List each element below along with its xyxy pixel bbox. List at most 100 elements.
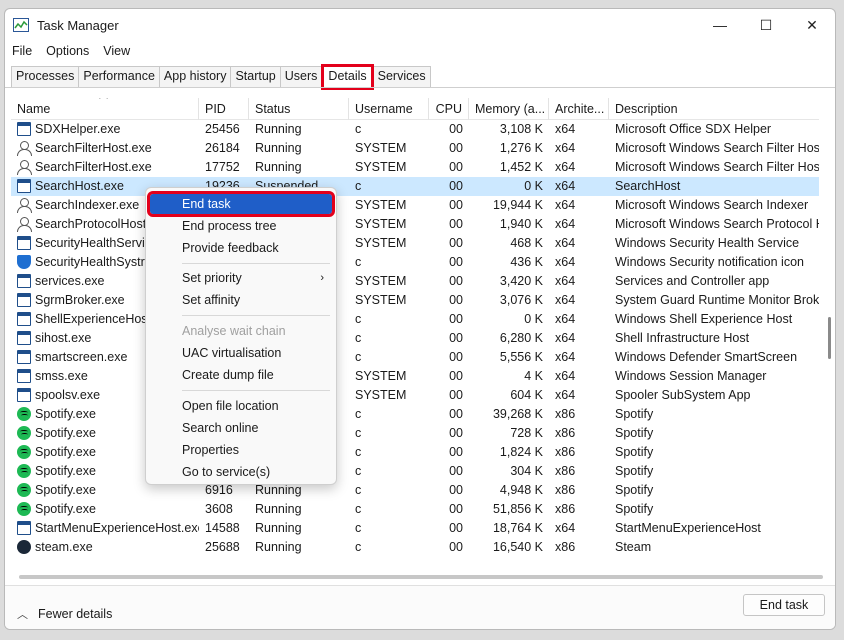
process-name: sihost.exe	[35, 331, 92, 345]
cell-status: Running	[255, 141, 302, 155]
footer-bar: ︿ Fewer details End task	[5, 585, 835, 629]
table-row[interactable]: ShellExperienceHost.e c 00 0 K x64 Windows Sh…	[11, 310, 819, 329]
menu-view[interactable]: View	[96, 42, 137, 62]
cell-cpu: 00	[449, 122, 463, 136]
ctx-analyse-wait-chain: Analyse wait chain	[182, 324, 286, 338]
cell-arch: x64	[555, 521, 576, 535]
cell-desc: Windows Session Manager	[615, 369, 767, 383]
tab-users[interactable]: Users	[279, 66, 323, 87]
end-task-button[interactable]: End task	[743, 594, 825, 616]
column-header-architecture[interactable]: Archite...	[549, 98, 609, 120]
ctx-set-priority[interactable]: Set priority ›	[146, 268, 336, 288]
cell-desc: Spotify	[615, 483, 654, 497]
column-header-description[interactable]: Description	[609, 98, 819, 120]
table-row[interactable]: SearchIndexer.exe SYSTEM 00 19,944 K x64 Micr…	[11, 196, 819, 215]
cell-desc: Spooler SubSystem App	[615, 388, 751, 402]
table-row[interactable]: SearchHost.exe 19236 Suspended c 00 0 Kx64 Sea…	[11, 177, 819, 196]
cell-user: SYSTEM	[355, 388, 407, 402]
cell-desc: Shell Infrastructure Host	[615, 331, 750, 345]
steam-icon	[17, 540, 31, 554]
horizontal-scrollbar[interactable]	[19, 575, 823, 579]
tab-services[interactable]: Services	[372, 66, 431, 87]
cell-mem: 1,824 K	[499, 445, 543, 459]
table-row[interactable]: Spotify.exe c 00 1,824 K x86 Spotify	[11, 443, 819, 462]
user-icon	[17, 141, 32, 156]
process-name: StartMenuExperienceHost.exe	[35, 521, 199, 535]
process-name: SecurityHealthSystray	[35, 255, 158, 269]
cell-user: SYSTEM	[355, 160, 407, 174]
table-row[interactable]: spoolsv.exe SYSTEM 00 604 K x64 Spooler SubSy…	[11, 386, 819, 405]
tab-performance[interactable]: Performance	[78, 66, 160, 87]
tab-app-history[interactable]: App history	[158, 66, 232, 87]
table-row[interactable]: Spotify.exe c 00 39,268 K x86 Spotify	[11, 405, 819, 424]
cell-cpu: 00	[449, 388, 463, 402]
close-button[interactable]: ✕	[789, 9, 835, 41]
column-header-cpu[interactable]: CPU	[429, 98, 469, 120]
cell-mem: 0 K	[524, 179, 543, 193]
process-name: Spotify.exe	[35, 502, 96, 516]
fewer-details-link[interactable]: ︿ Fewer details	[17, 606, 112, 622]
vertical-scrollbar[interactable]	[828, 317, 831, 359]
column-header-pid[interactable]: PID	[199, 98, 249, 120]
tab-startup[interactable]: Startup	[230, 66, 281, 87]
ctx-provide-feedback[interactable]: Provide feedback	[146, 238, 336, 258]
cell-user: SYSTEM	[355, 217, 407, 231]
ctx-set-affinity[interactable]: Set affinity	[146, 290, 336, 310]
table-row[interactable]: smss.exe SYSTEM 00 4 K x64 Windows Session Ma…	[11, 367, 819, 386]
cell-user: c	[355, 122, 362, 136]
menu-file[interactable]: File	[5, 42, 39, 62]
table-row[interactable]: Spotify.exe 3608 Running c 00 51,856 K x86 Spot…	[11, 500, 819, 519]
cell-user: c	[355, 483, 362, 497]
table-row[interactable]: Spotify.exe c 00 728 K x86 Spotify	[11, 424, 819, 443]
cell-mem: 304 K	[510, 464, 543, 478]
tab-processes[interactable]: Processes	[11, 66, 80, 87]
column-header-name[interactable]: Name	[11, 98, 199, 120]
cell-arch: x86	[555, 483, 576, 497]
table-row[interactable]: Spotify.exe 6916 Running c 00 4,948 Kx86 Spoti…	[11, 481, 819, 500]
ctx-end-task[interactable]: End task	[147, 191, 335, 217]
cell-desc: Windows Shell Experience Host	[615, 312, 793, 326]
table-row[interactable]: services.exe SYSTEM 00 3,420 K x64 Services a…	[11, 272, 819, 291]
cell-mem: 4 K	[524, 369, 543, 383]
ctx-search-online[interactable]: Search online	[146, 418, 336, 438]
table-row[interactable]: SDXHelper.exe 25456 Running c 00 3,108 K x64 Mi…	[11, 120, 819, 139]
table-row[interactable]: SecurityHealthSystray c 00 436 K x64 Windows …	[11, 253, 819, 272]
ctx-open-file-location[interactable]: Open file location	[146, 396, 336, 416]
cell-user: SYSTEM	[355, 198, 407, 212]
cell-user: SYSTEM	[355, 236, 407, 250]
cell-arch: x86	[555, 502, 576, 516]
cell-mem: 18,764 K	[492, 521, 543, 535]
table-row[interactable]: StartMenuExperienceHost.exe 14588 Running c…	[11, 519, 819, 538]
table-row[interactable]: SearchFilterHost.exe 26184 Running SYSTEM 00…	[11, 139, 819, 158]
column-header-username[interactable]: Username	[349, 98, 429, 120]
ctx-go-to-services[interactable]: Go to service(s)	[146, 462, 336, 482]
table-row[interactable]: steam.exe 25688 Running c 00 16,540 K x86 Steam	[11, 538, 819, 557]
cell-desc: Spotify	[615, 445, 654, 459]
cell-mem: 3,108 K	[499, 122, 543, 136]
column-header-status[interactable]: Status	[249, 98, 349, 120]
table-row[interactable]: Spotify.exe c 00 304 K x86 Spotify	[11, 462, 819, 481]
table-row[interactable]: smartscreen.exe c 00 5,556 K x64 Windows Defe…	[11, 348, 819, 367]
table-row[interactable]: SecurityHealthService SYSTEM 00 468 K x64 Win…	[11, 234, 819, 253]
maximize-button[interactable]: ☐	[743, 9, 789, 41]
column-header-memory[interactable]: Memory (a...	[469, 98, 549, 120]
cell-cpu: 00	[449, 445, 463, 459]
ctx-end-process-tree[interactable]: End process tree	[146, 216, 336, 236]
minimize-button[interactable]: —	[697, 9, 743, 41]
minimize-icon: —	[713, 17, 727, 33]
table-row[interactable]: SgrmBroker.exe SYSTEM 00 3,076 K x64 System G…	[11, 291, 819, 310]
process-name: Spotify.exe	[35, 407, 96, 421]
cell-arch: x64	[555, 293, 576, 307]
table-row[interactable]: sihost.exe c 00 6,280 K x64 Shell Infrastruct…	[11, 329, 819, 348]
process-name: SearchFilterHost.exe	[35, 141, 152, 155]
ctx-create-dump-file[interactable]: Create dump file	[146, 365, 336, 385]
table-row[interactable]: SearchProtocolHost.e SYSTEM 00 1,940 K x64 Mi…	[11, 215, 819, 234]
cell-arch: x86	[555, 407, 576, 421]
cell-mem: 16,540 K	[492, 540, 543, 554]
table-row[interactable]: SearchFilterHost.exe 17752 Running SYSTEM 00…	[11, 158, 819, 177]
ctx-uac-virtualisation[interactable]: UAC virtualisation	[146, 343, 336, 363]
task-manager-icon	[13, 18, 29, 32]
ctx-properties[interactable]: Properties	[146, 440, 336, 460]
process-name: SgrmBroker.exe	[35, 293, 125, 307]
menu-options[interactable]: Options	[39, 42, 96, 62]
